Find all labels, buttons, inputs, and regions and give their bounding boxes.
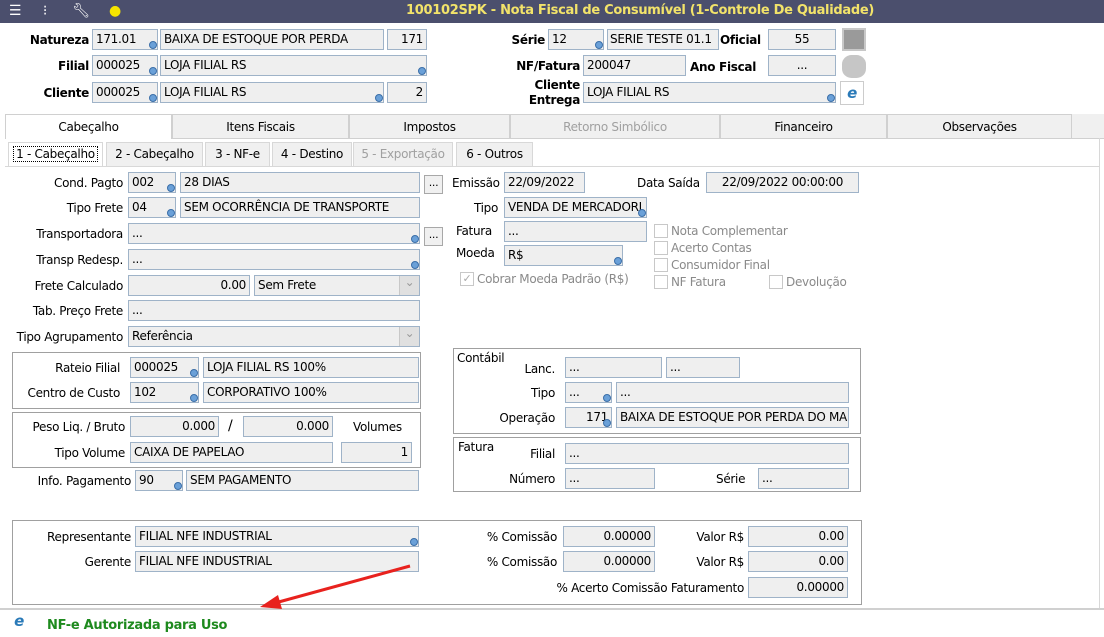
annotation-arrow <box>260 564 411 609</box>
arrow-shaft <box>274 564 411 605</box>
arrow-head <box>260 595 282 609</box>
